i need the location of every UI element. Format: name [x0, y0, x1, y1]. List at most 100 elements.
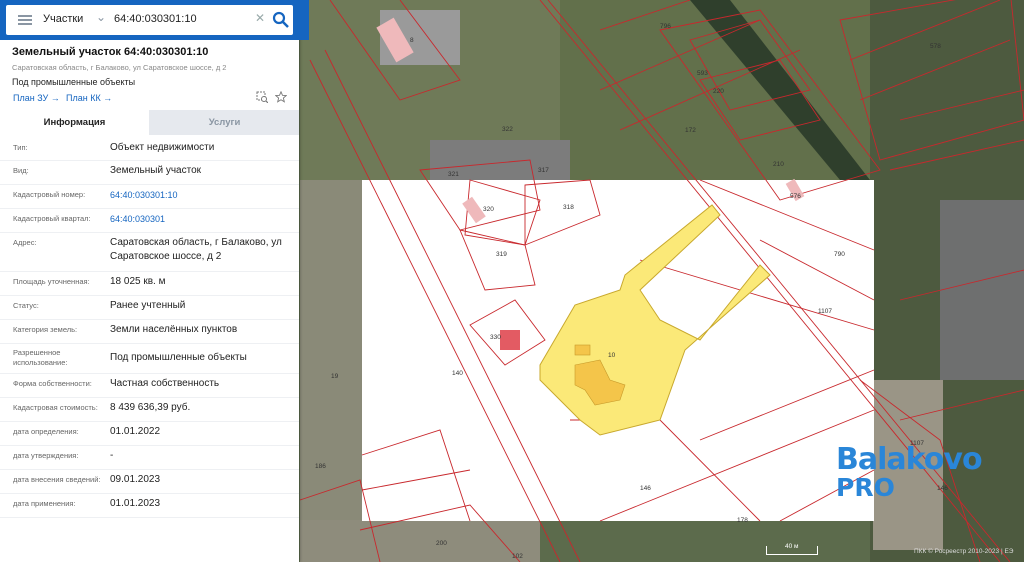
map-copyright: ПКК © Росреестр 2010-2023 | ЕЭ — [914, 548, 1014, 555]
attribute-label: Кадастровый квартал: — [13, 214, 91, 223]
building-footprint — [500, 330, 520, 350]
attribute-value: Земельный участок — [110, 165, 202, 176]
attribute-value: 09.01.2023 — [110, 474, 161, 485]
parcel-label-593[interactable]: 593 — [697, 70, 708, 77]
attribute-label: дата внесения сведений: — [13, 475, 101, 484]
search-box: Участки ⌄ 64:40:030301:10 ✕ — [6, 5, 293, 35]
parcel-label-330[interactable]: 330 — [490, 334, 501, 341]
balakovo-pro-logo: Balakovo PRO — [836, 442, 983, 502]
attribute-label: Кадастровая стоимость: — [13, 403, 98, 412]
attribute-value-link[interactable]: 64:40:030301:10 — [110, 188, 295, 202]
parcel-label-178[interactable]: 178 — [737, 517, 748, 524]
parcel-label-796[interactable]: 796 — [660, 23, 671, 30]
attribute-value: Под промышленные объекты — [110, 352, 247, 363]
parcel-label-140[interactable]: 140 — [452, 370, 463, 377]
star-icon[interactable] — [275, 91, 287, 103]
attribute-label: Площадь уточненная: — [13, 277, 90, 286]
logo-line2: PRO — [836, 473, 895, 502]
parcel-label-322[interactable]: 322 — [502, 126, 513, 133]
attribute-value: Саратовская область, г Балаково, ул Сара… — [110, 237, 282, 262]
parcel-label-146[interactable]: 146 — [640, 485, 651, 492]
attribute-label: Адрес: — [13, 238, 37, 247]
attribute-row: Кадастровый номер: 64:40:030301:10 — [0, 184, 299, 209]
clear-icon[interactable]: ✕ — [255, 11, 265, 25]
attribute-value: 01.01.2023 — [110, 498, 161, 509]
info-panel: Участки ⌄ 64:40:030301:10 ✕ Земельный уч… — [0, 0, 309, 562]
attribute-label: Форма собственности: — [13, 379, 92, 388]
logo-line1: Balakovo — [836, 442, 983, 477]
attribute-row: Категория земель: Земли населённых пункто… — [0, 319, 299, 344]
parcel-label-321[interactable]: 321 — [448, 171, 459, 178]
attribute-value: Объект недвижимости — [110, 142, 215, 153]
attribute-value: 01.01.2022 — [110, 426, 161, 437]
attribute-label: Категория земель: — [13, 325, 78, 334]
attribute-row: Статус: Ранее учтенный — [0, 295, 299, 320]
plan-kk-link[interactable]: План КК → — [66, 93, 112, 103]
attribute-value: 8 439 636,39 руб. — [110, 402, 191, 413]
attribute-row: Кадастровый квартал: 64:40:030301 — [0, 208, 299, 233]
attribute-label: Вид: — [13, 166, 29, 175]
object-title: Земельный участок 64:40:030301:10 — [12, 46, 209, 58]
parcel-label-210[interactable]: 210 — [773, 161, 784, 168]
parcel-label-220[interactable]: 220 — [713, 88, 724, 95]
parcel-label-102[interactable]: 102 — [512, 553, 523, 560]
attribute-label: Статус: — [13, 301, 39, 310]
parcel-label-320[interactable]: 320 — [483, 206, 494, 213]
parcel-label-578[interactable]: 578 — [930, 43, 941, 50]
parcel-label-19[interactable]: 19 — [331, 373, 339, 380]
menu-icon[interactable] — [18, 15, 32, 25]
tab-information[interactable]: Информация — [0, 110, 149, 135]
attribute-row: дата применения: 01.01.2023 — [0, 493, 299, 518]
search-bar: Участки ⌄ 64:40:030301:10 ✕ — [0, 0, 309, 40]
tab-services[interactable]: Услуги — [150, 110, 299, 135]
attribute-value: Земли населённых пунктов — [110, 324, 238, 335]
map-scale-bar: 40 м — [766, 543, 818, 555]
parcel-label-1107[interactable]: 1107 — [818, 308, 832, 315]
parcel-label-8[interactable]: 8 — [410, 37, 414, 44]
attribute-value: Частная собственность — [110, 378, 220, 389]
attribute-row: Кадастровая стоимость: 8 439 636,39 руб. — [0, 397, 299, 422]
chevron-down-icon[interactable]: ⌄ — [96, 10, 106, 24]
plan-zu-link[interactable]: План ЗУ → — [13, 93, 60, 103]
attribute-value: 18 025 кв. м — [110, 276, 166, 287]
attribute-label: Кадастровый номер: — [13, 190, 86, 199]
parcel-label-790[interactable]: 790 — [834, 251, 845, 258]
search-icon[interactable] — [271, 10, 291, 30]
attribute-value: - — [110, 450, 114, 461]
attribute-label: Тип: — [13, 143, 28, 152]
attribute-label: дата определения: — [13, 427, 79, 436]
parcel-label-200[interactable]: 200 — [436, 540, 447, 547]
object-address: Саратовская область, г Балаково, ул Сара… — [12, 63, 227, 72]
attribute-label: дата применения: — [13, 499, 76, 508]
attribute-row: Тип: Объект недвижимости — [0, 137, 299, 161]
attribute-row: Вид: Земельный участок — [0, 160, 299, 185]
attribute-row: Форма собственности: Частная собственност… — [0, 373, 299, 398]
object-purpose: Под промышленные объекты — [12, 77, 136, 87]
parcel-label-172[interactable]: 172 — [685, 127, 696, 134]
industrial-buildings — [940, 200, 1024, 380]
attribute-value: Ранее учтенный — [110, 300, 186, 311]
terrain-patch — [300, 520, 540, 562]
parcel-label-319[interactable]: 319 — [496, 251, 507, 258]
zoom-to-object-icon[interactable] — [256, 91, 268, 103]
search-input[interactable]: 64:40:030301:10 — [114, 13, 197, 25]
building-footprint — [574, 344, 591, 356]
parcel-label-317[interactable]: 317 — [538, 167, 549, 174]
attribute-row: Площадь уточненная: 18 025 кв. м — [0, 271, 299, 296]
parcel-label-318[interactable]: 318 — [563, 204, 574, 211]
attribute-row: дата утверждения: - — [0, 445, 299, 470]
attribute-row: дата определения: 01.01.2022 — [0, 421, 299, 446]
search-type-select[interactable]: Участки — [43, 13, 83, 25]
attribute-value-link[interactable]: 64:40:030301 — [110, 212, 295, 226]
attribute-row: дата внесения сведений: 09.01.2023 — [0, 469, 299, 494]
parcel-label-10[interactable]: 10 — [608, 352, 616, 359]
parcel-label-186[interactable]: 186 — [315, 463, 326, 470]
tab-bar: Информация Услуги — [0, 110, 299, 135]
terrain-patch — [300, 180, 362, 562]
attribute-row: Адрес: Саратовская область, г Балаково, у… — [0, 232, 299, 272]
attribute-row: Разрешенное использование: Под промышленн… — [0, 343, 299, 374]
attribute-label: дата утверждения: — [13, 451, 79, 460]
attribute-label: Разрешенное использование: — [13, 348, 68, 367]
scale-label: 40 м — [785, 543, 799, 550]
parcel-label-576[interactable]: 576 — [790, 193, 801, 200]
